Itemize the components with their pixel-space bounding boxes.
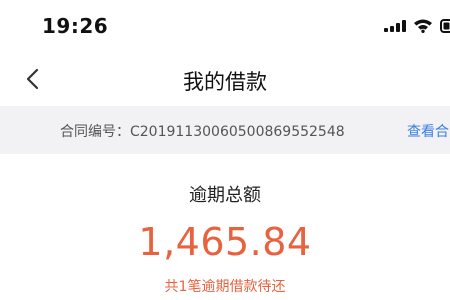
status-bar: 19:26 [0, 0, 450, 50]
status-icons [380, 18, 450, 34]
overdue-total-amount: 1,465.84 [138, 220, 312, 264]
status-time: 19:26 [42, 14, 109, 38]
signal-icon [384, 20, 406, 32]
wifi-icon [414, 19, 432, 33]
contract-bar: 合同编号：C20191130060500869552548 查看合 [0, 106, 450, 154]
overdue-total-label: 逾期总额 [189, 185, 261, 206]
battery-icon [440, 19, 450, 33]
view-contract-link[interactable]: 查看合 [407, 121, 449, 141]
contract-number: 合同编号：C20191130060500869552548 [60, 124, 345, 140]
nav-bar: 我的借款 [0, 52, 450, 106]
page-title: 我的借款 [183, 70, 267, 94]
overdue-count-note: 共1笔逾期借款待还 [164, 279, 286, 295]
